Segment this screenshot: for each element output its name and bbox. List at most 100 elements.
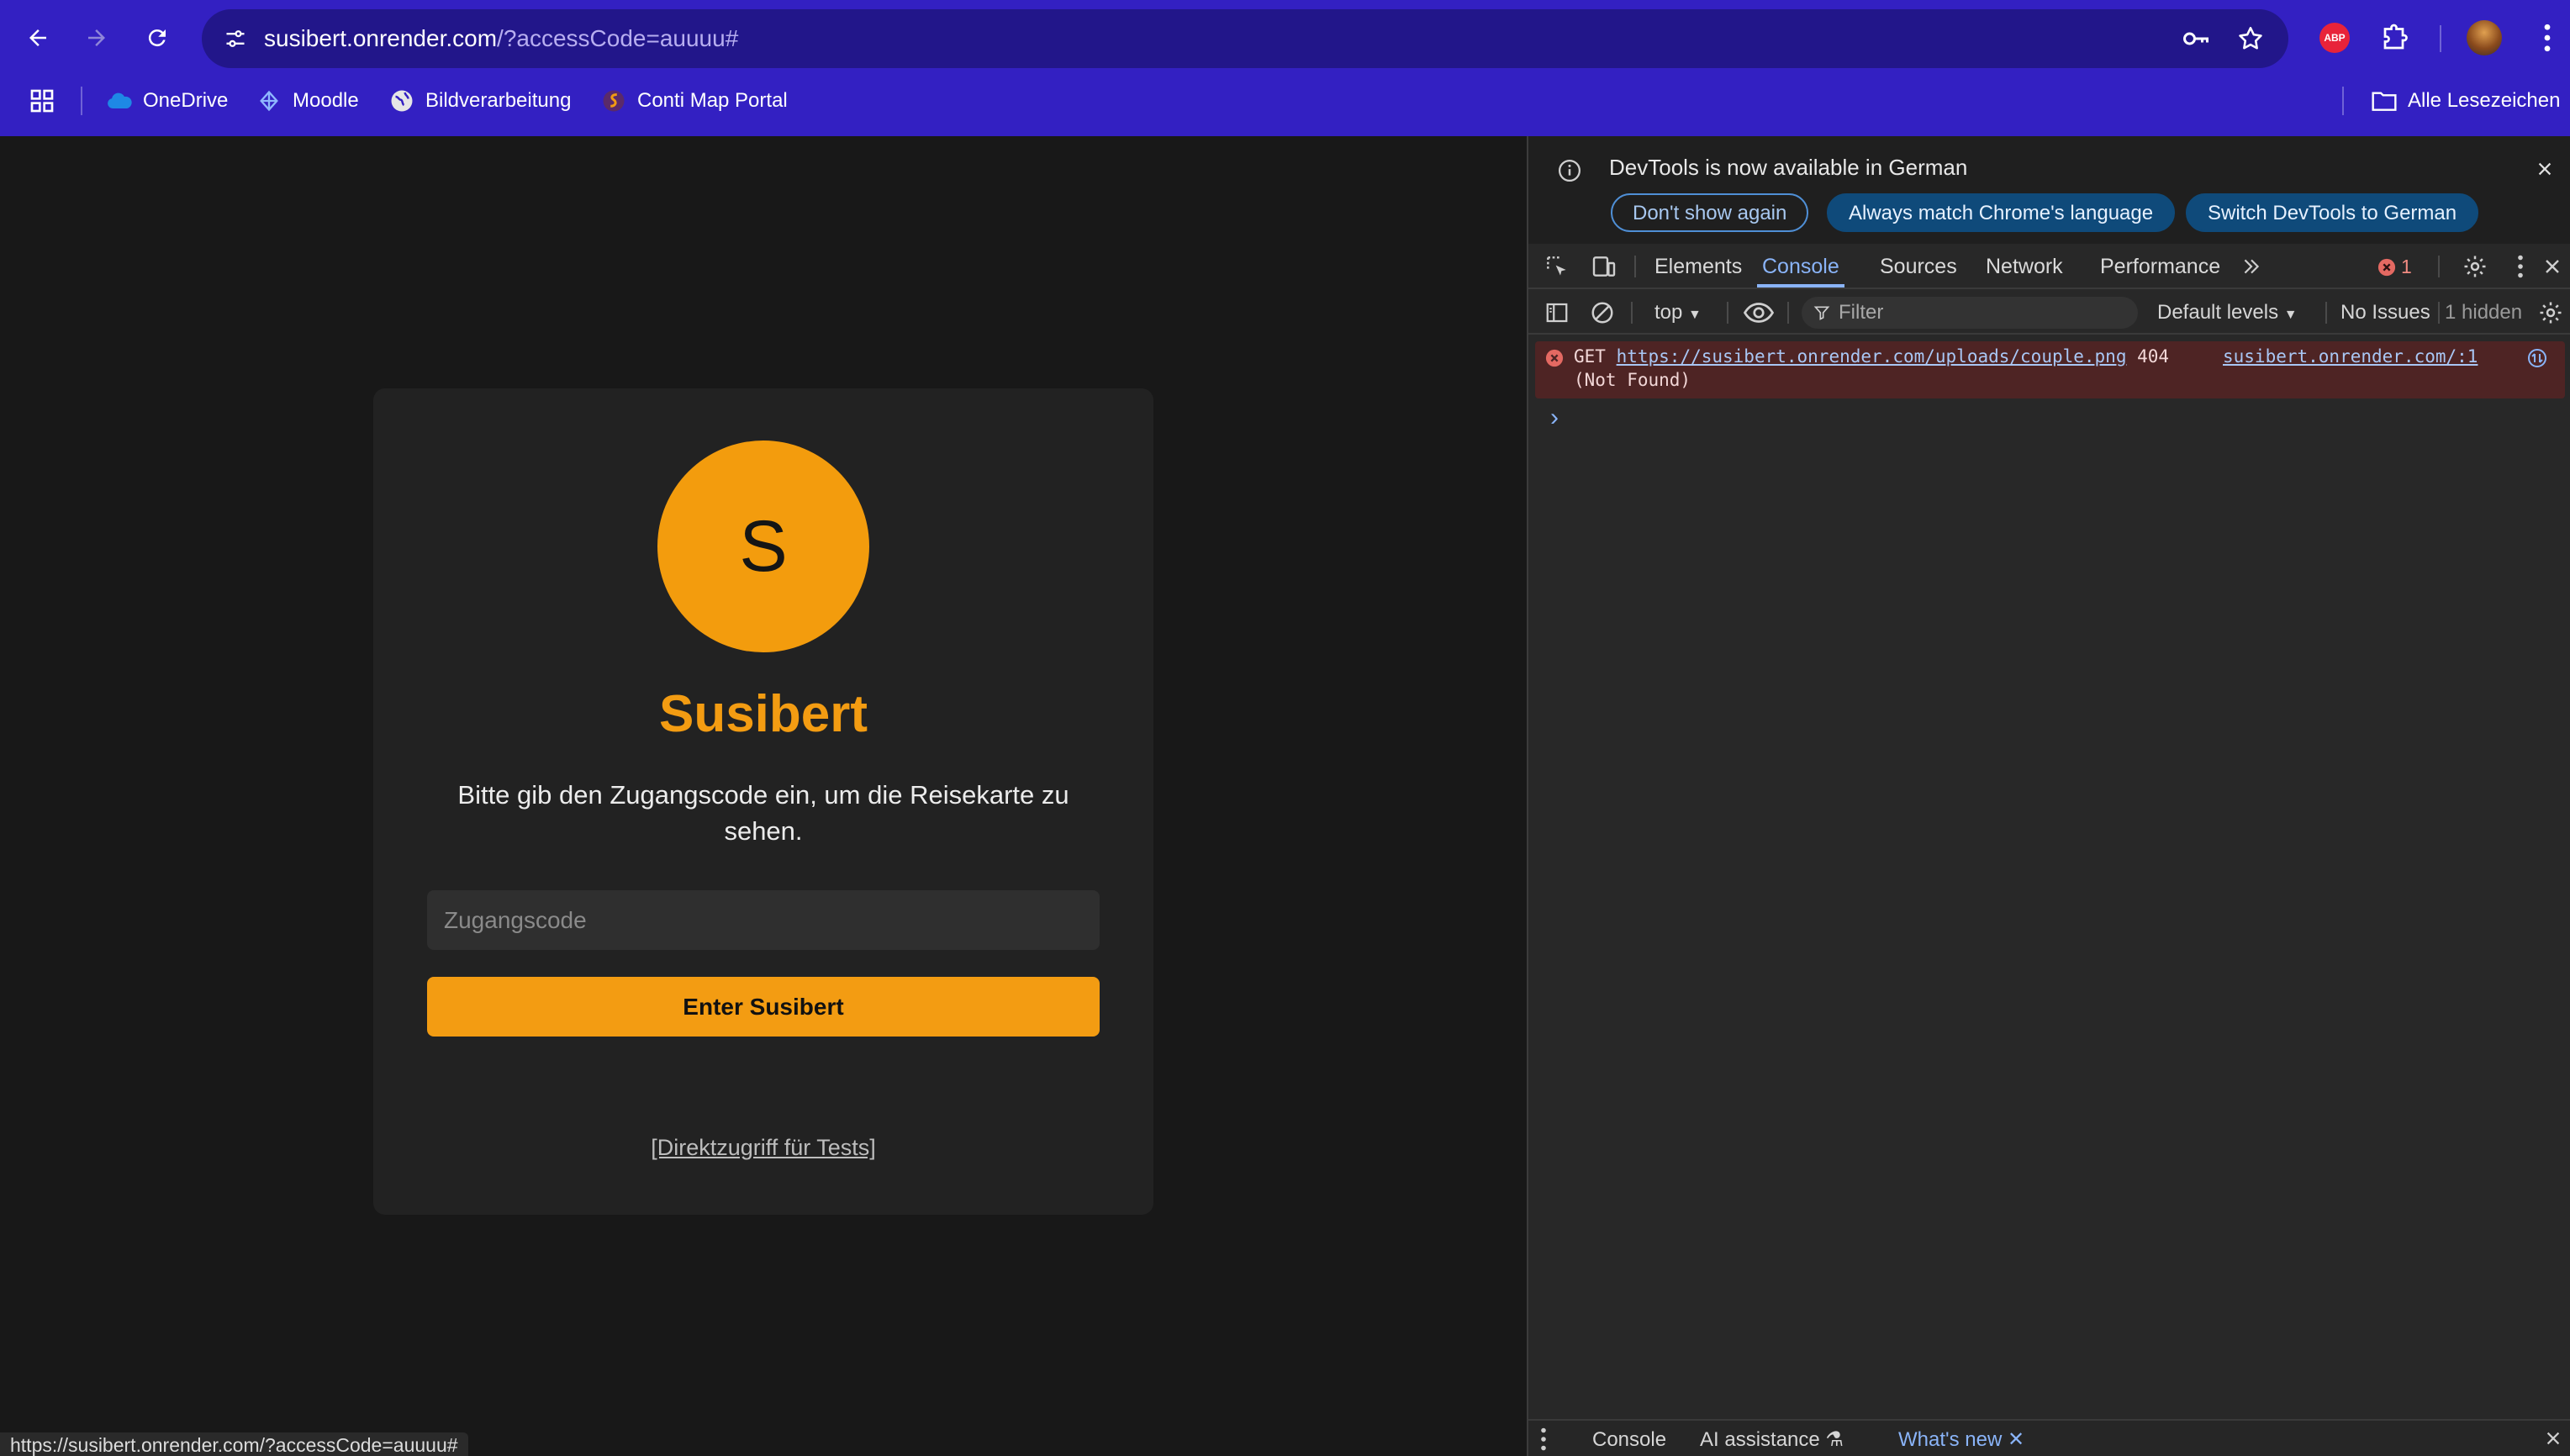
chrome-menu-icon[interactable] [2530, 13, 2564, 62]
login-card: S Susibert Bitte gib den Zugangscode ein… [373, 388, 1153, 1215]
issues-button[interactable]: No Issues [2340, 291, 2430, 335]
apps-grid-icon[interactable] [29, 81, 55, 121]
site-info-icon[interactable] [217, 20, 254, 57]
tab-console[interactable]: Console [1757, 244, 1844, 288]
drawer-close-icon[interactable] [2544, 1429, 2562, 1448]
bookmark-label: Bildverarbeitung [425, 89, 572, 112]
context-selector[interactable]: top ▼ [1654, 291, 1702, 335]
flask-icon: ⚗ [1825, 1428, 1844, 1451]
bookmark-conti-map-portal[interactable]: Conti Map Portal [600, 81, 788, 121]
profile-avatar-image [2467, 20, 2502, 55]
drawer-tab-whats-new[interactable]: What's new ✕ [1898, 1421, 2024, 1456]
more-tabs-chevron-icon[interactable] [2235, 250, 2268, 283]
back-button[interactable] [13, 13, 62, 62]
direct-access-wrap: [Direktzugriff für Tests] [0, 1135, 1527, 1161]
devtools-close-icon[interactable] [2536, 250, 2569, 283]
console-prompt[interactable]: › [1550, 404, 1559, 432]
reload-button[interactable] [133, 13, 182, 62]
console-settings-gear-icon[interactable] [2534, 296, 2567, 330]
switch-to-german-button[interactable]: Switch DevTools to German [2186, 193, 2479, 232]
tab-divider [1634, 256, 1636, 277]
page-viewport: S Susibert Bitte gib den Zugangscode ein… [0, 136, 1527, 1456]
tab-performance[interactable]: Performance [2100, 244, 2220, 288]
drawer-tabbar: Console AI assistance ⚗ What's new ✕ [1528, 1419, 2570, 1456]
close-tab-icon[interactable]: ✕ [2008, 1428, 2024, 1451]
access-code-input[interactable] [427, 890, 1100, 950]
moodle-icon [256, 87, 282, 114]
tab-divider [2438, 256, 2440, 277]
devtools-menu-icon[interactable] [2504, 250, 2537, 283]
toolbar-divider [2325, 302, 2327, 324]
clear-console-icon[interactable] [1586, 296, 1619, 330]
filter-placeholder: Filter [1839, 301, 1884, 324]
error-icon [1545, 349, 1564, 367]
error-status: 404 [2137, 346, 2170, 367]
drawer-menu-icon[interactable] [1540, 1427, 1547, 1451]
infobar-text: DevTools is now available in German [1609, 155, 1968, 180]
context-label: top [1654, 301, 1683, 324]
info-icon [1557, 158, 1582, 183]
bookmark-bildverarbeitung[interactable]: Bildverarbeitung [388, 81, 571, 121]
tab-network[interactable]: Network [1986, 244, 2063, 288]
tab-elements[interactable]: Elements [1654, 244, 1742, 288]
bookmark-star-icon[interactable] [2232, 20, 2269, 57]
direct-access-link[interactable]: [Direktzugriff für Tests] [651, 1135, 876, 1160]
console-error-message: GET https://susibert.onrender.com/upload… [1535, 341, 2565, 398]
dropdown-caret-icon: ▼ [2283, 308, 2298, 322]
drawer-tab-console[interactable]: Console [1592, 1421, 1666, 1456]
extensions-puzzle-icon[interactable] [2371, 13, 2420, 62]
sidebar-toggle-icon[interactable] [1540, 296, 1574, 330]
folder-icon [2371, 87, 2398, 114]
bookmark-onedrive[interactable]: OneDrive [106, 81, 228, 121]
all-bookmarks-label: Alle Lesezeichen [2408, 89, 2561, 112]
brand-title: Susibert [658, 685, 868, 743]
dropdown-caret-icon: ▼ [1688, 308, 1702, 322]
match-language-button[interactable]: Always match Chrome's language [1827, 193, 2176, 232]
address-bar[interactable]: susibert.onrender.com/?accessCode=auuuu# [202, 9, 2288, 68]
error-status-text: (Not Found) [1574, 370, 1691, 390]
network-request-icon[interactable] [2527, 348, 2547, 368]
onedrive-icon [106, 87, 133, 114]
logo-avatar: S [657, 440, 869, 652]
language-infobar: DevTools is now available in German Don'… [1528, 136, 2570, 244]
inspect-element-icon[interactable] [1540, 250, 1574, 283]
forward-button[interactable] [72, 13, 121, 62]
dont-show-again-button[interactable]: Don't show again [1611, 193, 1809, 232]
filter-input[interactable]: Filter [1802, 297, 2138, 329]
bookmark-label: Conti Map Portal [637, 89, 788, 112]
devtools-tabbar: Elements Console Sources Network Perform… [1528, 244, 2570, 289]
abp-badge: ABP [2319, 23, 2350, 53]
reload-icon [148, 29, 166, 47]
drawer-tab-ai-assistance[interactable]: AI assistance ⚗ [1700, 1421, 1844, 1456]
browser-toolbar: susibert.onrender.com/?accessCode=auuuu#… [0, 0, 2570, 136]
instruction-text: Bitte gib den Zugangscode ein, um die Re… [457, 780, 1069, 846]
device-toolbar-icon[interactable] [1587, 250, 1621, 283]
adblock-extension-icon[interactable]: ABP [2310, 13, 2359, 62]
settings-gear-icon[interactable] [2458, 250, 2492, 283]
error-source-link[interactable]: susibert.onrender.com/:1 [2223, 346, 2478, 367]
url-host: susibert.onrender.com [264, 25, 498, 51]
password-key-icon[interactable] [2177, 20, 2214, 57]
infobar-close-icon[interactable] [2536, 160, 2554, 178]
bookmark-moodle[interactable]: Moodle [256, 81, 359, 121]
globe-icon [388, 87, 415, 114]
levels-label: Default levels [2157, 301, 2279, 324]
error-counter[interactable]: 1 [2377, 256, 2412, 278]
toolbar-divider [2440, 25, 2441, 52]
error-count: 1 [2401, 256, 2412, 277]
enter-button[interactable]: Enter Susibert [427, 977, 1100, 1037]
forward-arrow-icon [88, 29, 105, 46]
ai-assistance-label: AI assistance [1700, 1428, 1820, 1451]
log-levels-dropdown[interactable]: Default levels ▼ [2157, 291, 2298, 335]
error-url-link[interactable]: https://susibert.onrender.com/uploads/co… [1617, 346, 2127, 367]
live-expression-eye-icon[interactable] [1742, 296, 1776, 330]
error-line: GET https://susibert.onrender.com/upload… [1574, 346, 2169, 367]
status-bar-url: https://susibert.onrender.com/?accessCod… [0, 1432, 468, 1456]
all-bookmarks[interactable]: Alle Lesezeichen [2371, 81, 2560, 121]
bookmark-label: Moodle [293, 89, 359, 112]
devtools-panel: DevTools is now available in German Don'… [1527, 136, 2570, 1456]
toolbar-divider [1631, 302, 1633, 324]
bookmark-label: OneDrive [143, 89, 229, 112]
tab-sources[interactable]: Sources [1880, 244, 1957, 288]
profile-avatar[interactable] [2460, 13, 2509, 62]
